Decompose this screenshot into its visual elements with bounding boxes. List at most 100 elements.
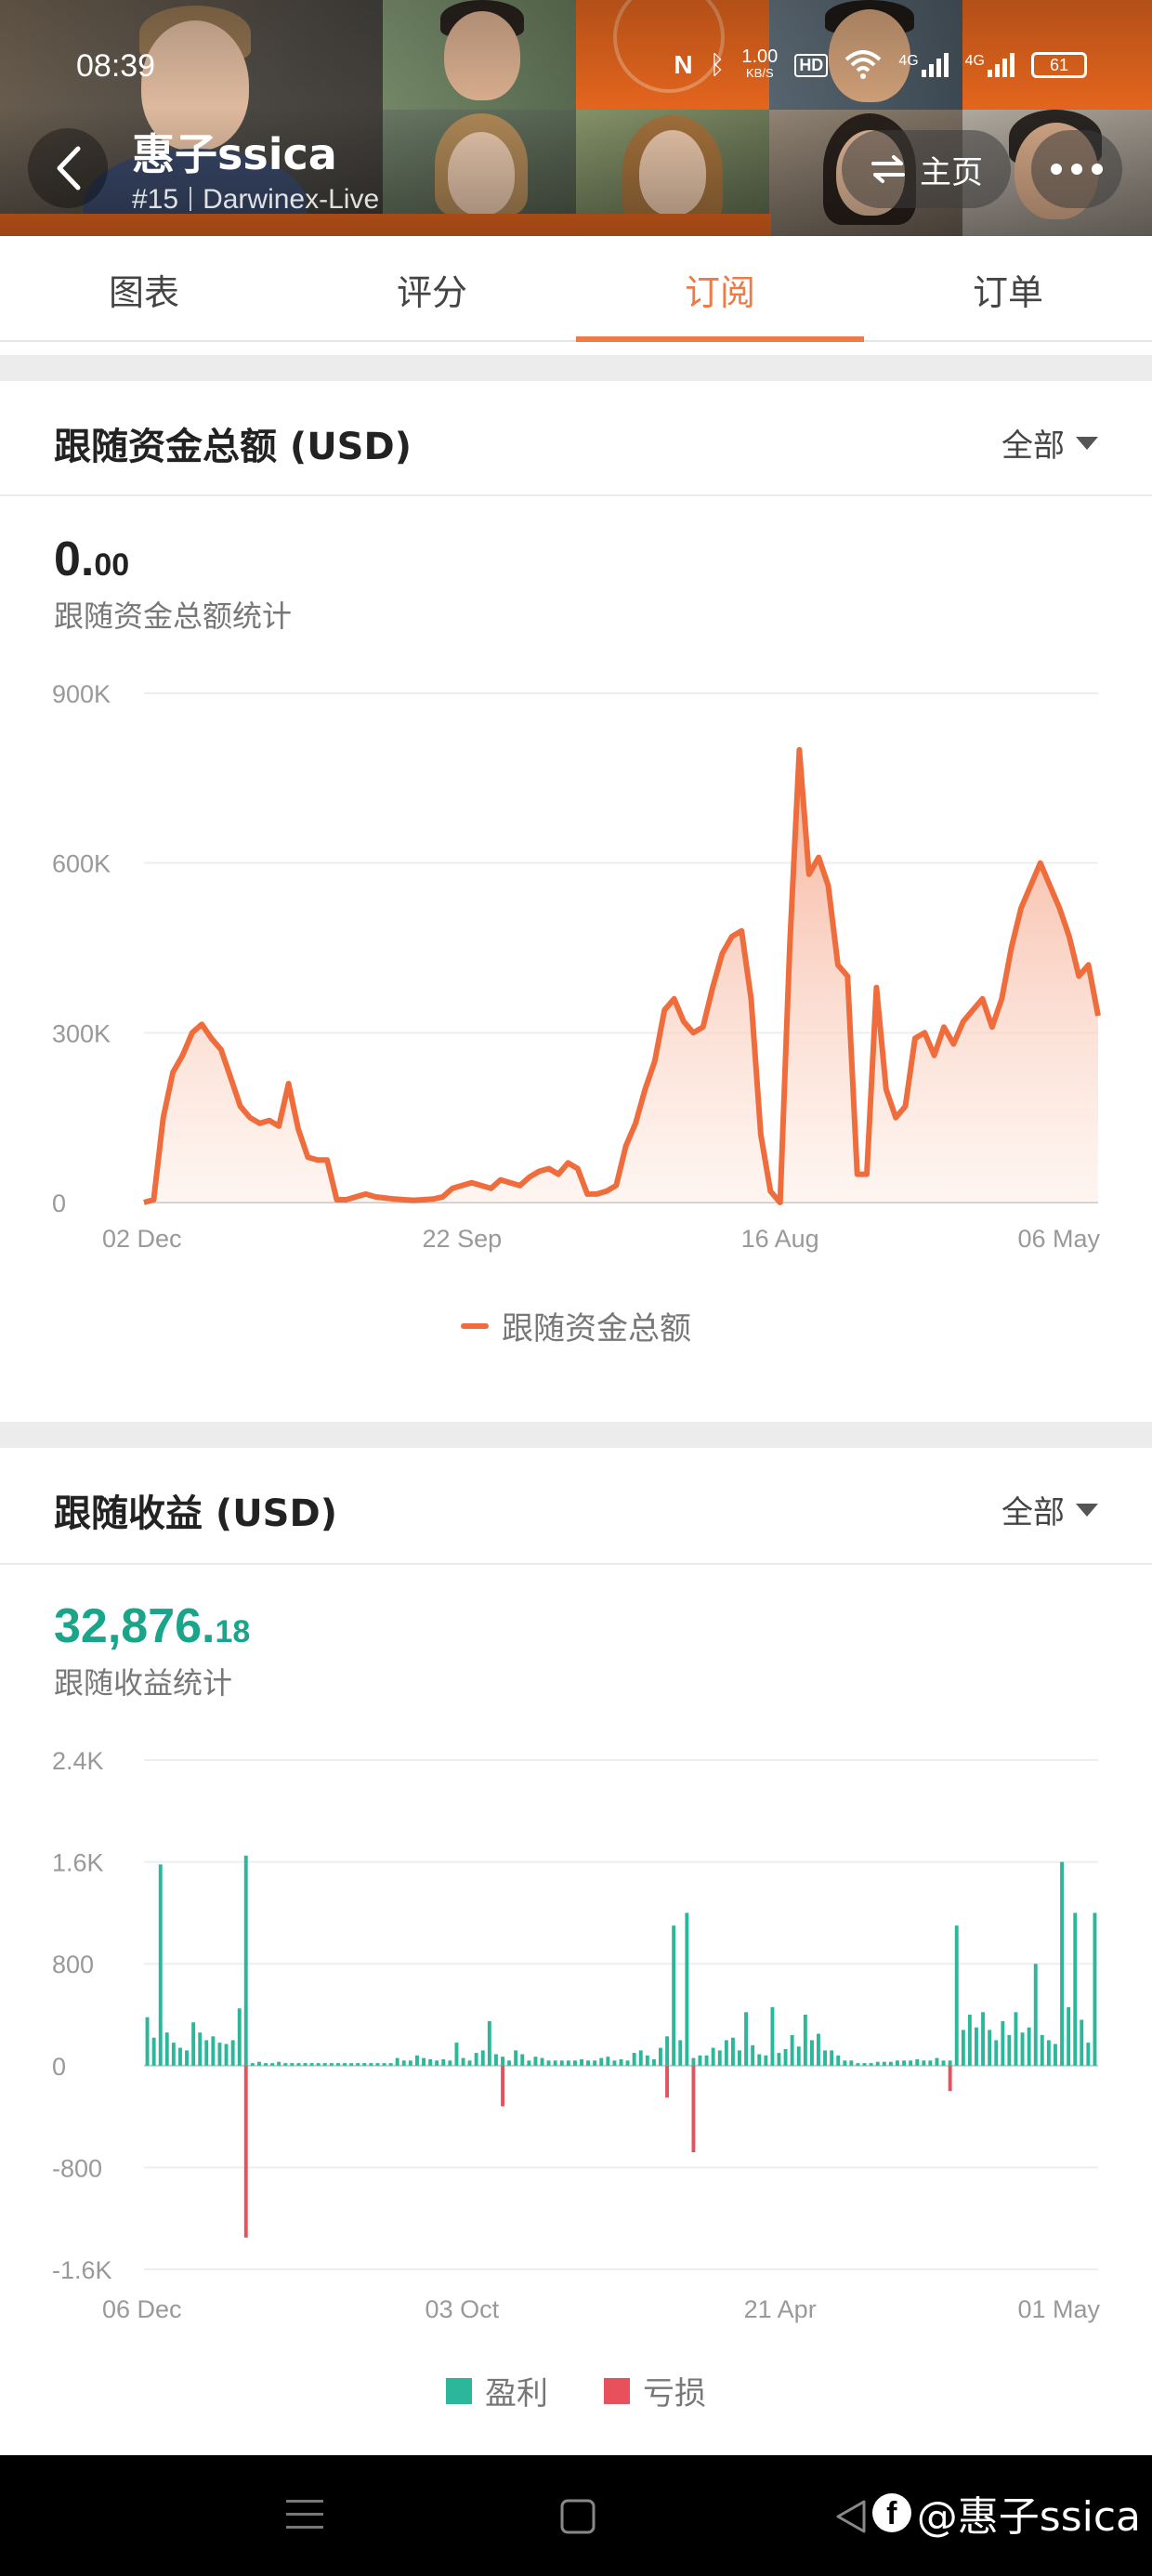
home-button[interactable]: 主页 (842, 130, 1011, 208)
profit-bar (678, 2040, 683, 2066)
loss-bar (691, 2065, 696, 2152)
panel1-divider (0, 494, 1152, 496)
profit-bar (533, 2057, 538, 2066)
profit-bar (796, 2046, 801, 2066)
profit-bar (487, 2020, 491, 2066)
tab-orders[interactable]: 订单 (864, 236, 1152, 340)
profit-bar (935, 2057, 939, 2066)
watermark: f @惠子ssica (871, 2483, 1141, 2543)
loss-bar (665, 2065, 669, 2098)
profit-bar (454, 2043, 459, 2066)
panel2-value-int: 32,876. (54, 1599, 216, 1653)
profit-bar (237, 2008, 242, 2066)
y-tick-label: 0 (52, 2053, 66, 2081)
dropdown-arrow-icon (1076, 436, 1098, 450)
profit-bar (888, 2061, 893, 2066)
profit-bar (803, 2015, 807, 2066)
back-triangle-icon[interactable] (832, 2498, 870, 2535)
profit-bar (1014, 2012, 1018, 2066)
legend-line-swatch (461, 1322, 489, 1329)
profit-bar (507, 2060, 511, 2066)
meta-separator (190, 187, 192, 211)
profit-bar (685, 1912, 689, 2066)
panel2-filter-label: 全部 (1001, 1494, 1065, 1531)
panel2-divider (0, 1563, 1152, 1565)
profile-rank: #15 (132, 184, 179, 215)
profit-bar (988, 2030, 992, 2066)
panel2-subtitle: 跟随收益统计 (54, 1665, 233, 1701)
profit-bar (553, 2060, 557, 2066)
profit-bar (1040, 2034, 1044, 2066)
profit-bar (1060, 1861, 1064, 2066)
profit-bar (388, 2063, 393, 2066)
home-square-icon[interactable] (559, 2498, 596, 2535)
legend-label-loss: 亏损 (643, 2375, 706, 2412)
panel2-title: 跟随收益 (USD) (54, 1492, 337, 1535)
panel1-value-dec: 00 (94, 547, 130, 583)
y-tick-label: 0 (52, 1189, 66, 1217)
profit-bar (185, 2050, 189, 2066)
profit-bar (316, 2063, 321, 2066)
y-tick-label: -800 (52, 2154, 102, 2182)
profit-bar (586, 2060, 590, 2066)
profit-bar (441, 2059, 446, 2066)
profit-bar (896, 2060, 899, 2066)
y-tick-label: 1.6K (52, 1849, 104, 1877)
menu-icon[interactable] (284, 2496, 325, 2533)
profit-bar (401, 2060, 406, 2066)
profit-bar (422, 2057, 425, 2066)
tab-chart[interactable]: 图表 (0, 236, 288, 340)
profit-bar (303, 2063, 308, 2066)
y-tick-label: 800 (52, 1951, 94, 1978)
profit-bar (349, 2063, 354, 2066)
profit-bar (751, 2044, 755, 2066)
profit-bar (817, 2033, 820, 2066)
profit-bar (540, 2057, 544, 2066)
y-tick-label: 300K (52, 1019, 111, 1047)
profit-bar (461, 2057, 465, 2066)
profit-bar (994, 2040, 999, 2066)
profit-bar (230, 2040, 235, 2066)
profit-bar (501, 2057, 504, 2066)
profile-name: 惠子ssica (132, 129, 337, 179)
profit-bar (619, 2059, 623, 2066)
legend-loss-swatch (604, 2377, 630, 2404)
nfc-icon: N (674, 50, 693, 79)
profit-bar (638, 2050, 643, 2066)
tab-bar: 图表 评分 订阅 订单 (0, 236, 1152, 342)
profit-bar (178, 2047, 182, 2066)
profit-bar (606, 2057, 610, 2066)
panel1-subtitle: 跟随资金总额统计 (54, 598, 293, 634)
profit-bar (198, 2032, 203, 2066)
profit-bar (559, 2060, 564, 2066)
legend-item-loss[interactable]: 亏损 (604, 2368, 706, 2413)
profit-bar (204, 2040, 209, 2066)
watermark-text: @惠子ssica (916, 2493, 1141, 2541)
panel2-filter-dropdown[interactable]: 全部 (1001, 1487, 1098, 1532)
more-button[interactable] (1031, 130, 1122, 208)
profile-broker: Darwinex-Live (203, 184, 380, 215)
panel1-filter-dropdown[interactable]: 全部 (1001, 420, 1098, 466)
y-tick-label: 900K (52, 680, 111, 708)
back-button[interactable] (28, 128, 108, 208)
legend-item-profit[interactable]: 盈利 (446, 2368, 548, 2413)
profit-bar (408, 2060, 412, 2066)
legend-profit-swatch (446, 2377, 472, 2404)
tab-subscriptions[interactable]: 订阅 (576, 236, 864, 342)
profit-bar (527, 2060, 531, 2066)
profit-bar (573, 2060, 577, 2066)
legend-item-funds[interactable]: 跟随资金总额 (461, 1303, 691, 1348)
profit-bar (494, 2054, 498, 2066)
profit-bar (665, 2036, 669, 2066)
loss-bar (501, 2065, 504, 2107)
profit-bar (1001, 2020, 1005, 2066)
profit-bar (382, 2063, 386, 2066)
profit-bar (717, 2050, 722, 2066)
tab-rating[interactable]: 评分 (288, 236, 576, 340)
profit-bar (211, 2036, 216, 2066)
profit-bar (843, 2060, 847, 2066)
profile-header: 08:39 N ᛒ 1.00 KB/S HD 4G 4G 61 惠子ssica (0, 0, 1152, 236)
area-fill (144, 749, 1098, 1203)
loss-bar (243, 2065, 248, 2238)
profit-bar (270, 2063, 275, 2066)
